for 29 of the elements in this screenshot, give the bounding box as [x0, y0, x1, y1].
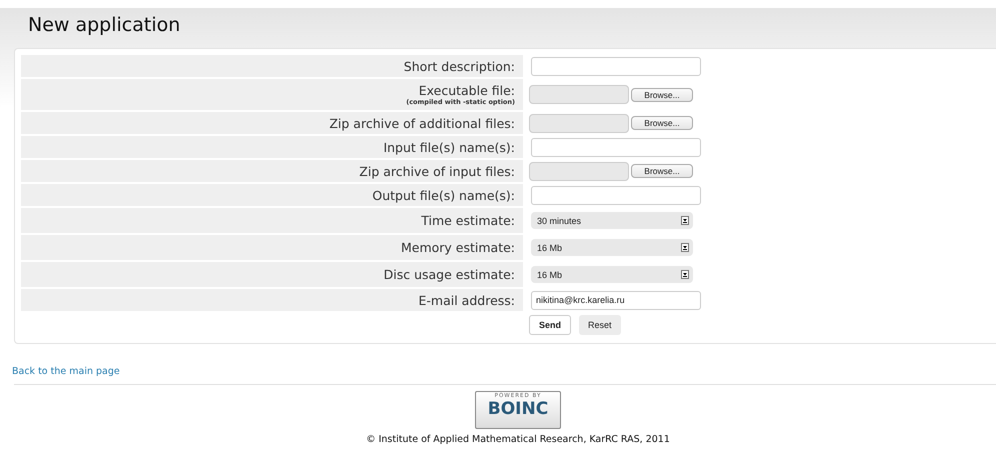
text-field[interactable]: [531, 138, 701, 156]
reset-button[interactable]: Reset: [579, 315, 621, 335]
file-field[interactable]: [529, 162, 629, 180]
field-label: E-mail address:: [418, 292, 515, 308]
text-field[interactable]: [531, 56, 701, 76]
browse-button[interactable]: Browse...: [631, 88, 693, 102]
page-title: New application: [28, 13, 182, 38]
text-field[interactable]: nikitina@krc.karelia.ru: [531, 290, 701, 310]
field-label: Time estimate:: [421, 213, 515, 228]
browse-button[interactable]: Browse...: [631, 116, 693, 130]
select-field[interactable]: 16 Mb: [531, 266, 693, 283]
file-field[interactable]: [529, 85, 629, 104]
field-label: Disc usage estimate:: [384, 267, 515, 282]
field-label: Executable file:: [418, 83, 515, 98]
text-field[interactable]: [531, 186, 701, 204]
field-label: Memory estimate:: [400, 240, 515, 255]
browse-button[interactable]: Browse...: [631, 164, 693, 178]
select-field[interactable]: 30 minutes: [531, 212, 693, 229]
field-label: Output file(s) name(s):: [372, 188, 515, 202]
field-label: Zip archive of input files:: [359, 164, 515, 178]
field-label: Zip archive of additional files:: [329, 116, 515, 130]
field-label: Short description:: [404, 58, 515, 74]
field-label: Input file(s) name(s):: [383, 140, 515, 154]
select-field[interactable]: 16 Mb: [531, 239, 693, 256]
submit-button[interactable]: Send: [529, 315, 572, 335]
copyright-text: © Institute of Applied Mathematical Research, KarRC RAS, 2011: [366, 434, 670, 445]
file-field[interactable]: [529, 114, 629, 132]
badge-brand: BOINC: [488, 399, 548, 419]
back-link[interactable]: Back to the main page: [12, 366, 120, 377]
